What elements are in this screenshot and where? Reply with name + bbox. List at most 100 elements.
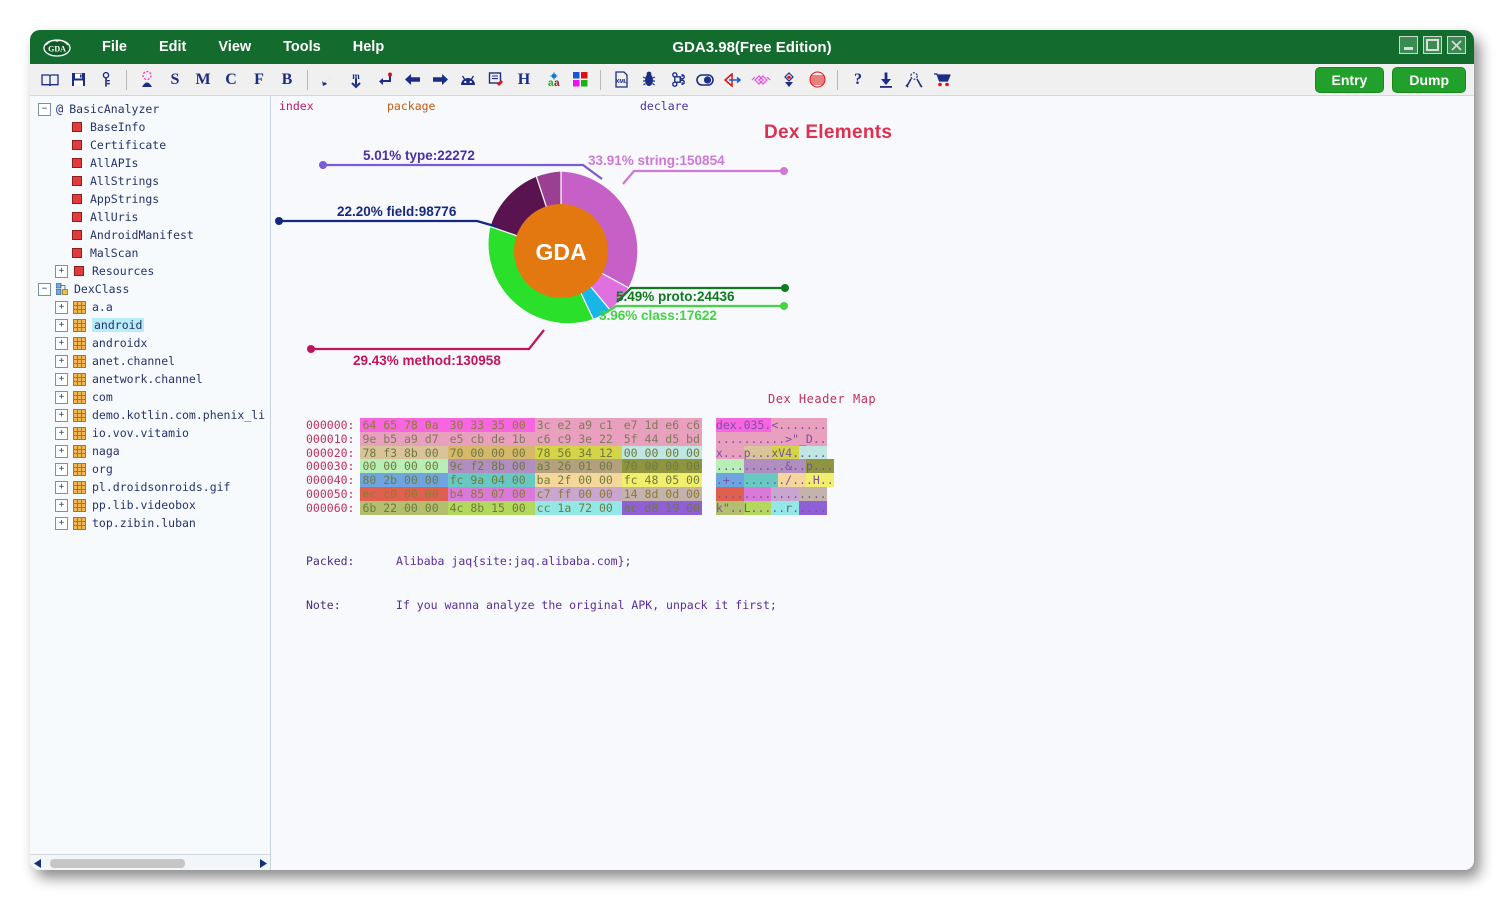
method-search-icon[interactable]: M [189,67,217,93]
hex-group[interactable]: 70 00 00 00 [621,459,702,474]
tree-node-basicanalyzer[interactable]: − @ BasicAnalyzer [30,100,270,118]
collapse-toggle-icon[interactable]: − [38,282,51,296]
forward-arrow-icon[interactable] [426,67,454,93]
hex-group[interactable]: e5 cb de 1b [447,431,535,446]
string-search-icon[interactable]: S [161,67,189,93]
xml-file-icon[interactable]: XML [607,67,635,93]
hex-row[interactable]: 000010: 9e b5 a9 d7 e5 cb de 1b c6 c9 3e … [306,431,834,446]
tree-item-package-io-vov-vitamio[interactable]: + io.vov.vitamio [30,424,270,442]
tree-item-package-anetwork-channel[interactable]: + anetwork.channel [30,370,270,388]
scroll-right-icon[interactable] [254,856,270,871]
expand-toggle-icon[interactable]: + [55,516,68,530]
bytecode-search-icon[interactable]: B [273,67,301,93]
hex-group[interactable]: c6 c9 3e 22 [534,431,622,446]
tree-node-dexclass[interactable]: − DexClass [30,280,270,298]
tree-item-allapis[interactable]: AllAPIs [30,154,270,172]
bug-icon[interactable] [635,67,663,93]
command-icon[interactable] [663,67,691,93]
hex-group[interactable]: 9e b5 a9 d7 [360,431,448,446]
signature-icon[interactable] [133,67,161,93]
expand-toggle-icon[interactable]: + [55,336,68,350]
expand-toggle-icon[interactable]: + [55,300,68,314]
tab-declare[interactable]: declare [632,96,760,116]
tree-item-package-a-a[interactable]: + a.a [30,298,270,316]
decompile-icon[interactable]: m [342,67,370,93]
tree-item-package-pl-droidsonroids-gif[interactable]: + pl.droidsonroids.gif [30,478,270,496]
scrollbar-thumb[interactable] [50,858,185,868]
enter-return-icon[interactable] [370,67,398,93]
tree-item-package-androidx[interactable]: + androidx [30,334,270,352]
switch-icon[interactable] [691,67,719,93]
close-icon[interactable] [1447,36,1466,54]
tree-item-package-naga[interactable]: + naga [30,442,270,460]
hex-group[interactable]: 4c 8b 15 00 [447,500,535,515]
hex-row[interactable]: 000030: 00 00 00 00 9c f2 8b 00 a3 26 01 … [306,459,834,474]
hex-group[interactable]: a3 26 01 00 [534,459,622,474]
expand-toggle-icon[interactable]: + [55,354,68,368]
xref-icon[interactable] [719,67,747,93]
tree-item-package-demo-kotlin[interactable]: + demo.kotlin.com.phenix_li [30,406,270,424]
hex-group[interactable]: ba 2f 00 00 [534,473,622,488]
hex-group[interactable]: c7 ff 00 00 [534,486,622,501]
back-arrow-icon[interactable] [398,67,426,93]
class-search-icon[interactable]: C [217,67,245,93]
hex-group[interactable]: 14 8d 0d 00 [621,486,702,501]
expand-toggle-icon[interactable]: + [55,426,68,440]
dump-button[interactable]: Dump [1392,67,1466,93]
android-icon[interactable] [454,67,482,93]
help-icon[interactable]: ? [844,67,872,93]
diff-icon[interactable] [747,67,775,93]
hex-row[interactable]: 000020: 78 f3 8b 00 70 00 00 00 78 56 34 … [306,445,834,460]
hex-row[interactable]: 000060: 6b 22 00 00 4c 8b 15 00 cc 1a 72 … [306,500,834,515]
hex-group[interactable]: 3c e2 a9 c1 [534,417,622,432]
network-icon[interactable] [900,67,928,93]
color-grid-icon[interactable] [566,67,594,93]
tree-item-certificate[interactable]: Certificate [30,136,270,154]
hex-group[interactable]: 80 2b 00 00 [360,473,448,488]
menu-view[interactable]: View [202,36,267,58]
tree-item-package-android[interactable]: + android [30,316,270,334]
hex-group[interactable]: 9c f2 8b 00 [447,459,535,474]
hex-group[interactable]: fc 48 05 00 [621,473,702,488]
entry-button[interactable]: Entry [1314,67,1385,93]
sidebar-horizontal-scrollbar[interactable] [30,854,270,870]
hex-group[interactable]: ac d8 19 00 [621,500,702,515]
hex-group[interactable]: 30 33 35 00 [447,417,535,432]
tab-package[interactable]: package [379,96,632,116]
tree-item-package-com[interactable]: + com [30,388,270,406]
tree-item-resources[interactable]: + Resources [30,262,270,280]
hex-group[interactable]: 78 56 34 12 [534,445,622,460]
hex-icon[interactable]: H [510,67,538,93]
cursor-icon[interactable] [314,67,342,93]
tab-index[interactable]: index [271,96,379,116]
hex-group[interactable]: 78 f3 8b 00 [360,445,448,460]
tree-item-package-pp-lib-videobox[interactable]: + pp.lib.videobox [30,496,270,514]
note-icon[interactable] [482,67,510,93]
tree-item-package-anet-channel[interactable]: + anet.channel [30,352,270,370]
expand-toggle-icon[interactable]: + [55,498,68,512]
expand-toggle-icon[interactable]: + [55,408,68,422]
download-arrow-icon[interactable] [775,67,803,93]
save-icon[interactable] [64,67,92,93]
hex-group[interactable]: 00 00 00 00 [621,445,702,460]
hex-group[interactable]: b4 85 07 00 [447,486,535,501]
expand-toggle-icon[interactable]: + [55,390,68,404]
menu-edit[interactable]: Edit [143,36,202,58]
menu-tools[interactable]: Tools [267,36,337,58]
hex-dump[interactable]: 000000: 64 65 78 0a 30 33 35 00 3c e2 a9 … [306,417,834,515]
collapse-toggle-icon[interactable]: − [38,102,51,116]
menu-help[interactable]: Help [337,36,400,58]
expand-toggle-icon[interactable]: + [55,264,68,278]
tree-item-package-top-zibin-luban[interactable]: + top.zibin.luban [30,514,270,532]
hex-group[interactable]: cc 1a 72 00 [534,500,622,515]
hex-row[interactable]: 000040: 80 2b 00 00 fc 9a 04 00 ba 2f 00 … [306,473,834,488]
expand-toggle-icon[interactable]: + [55,462,68,476]
project-tree-sidebar[interactable]: − @ BasicAnalyzer BaseInfo Certificate A… [30,96,271,870]
menu-file[interactable]: File [86,36,143,58]
tree-item-malscan[interactable]: MalScan [30,244,270,262]
scrollbar-track[interactable] [46,856,254,871]
hex-group[interactable]: 5f 44 d5 bd [621,431,702,446]
hex-row[interactable]: 000000: 64 65 78 0a 30 33 35 00 3c e2 a9 … [306,417,834,432]
field-search-icon[interactable]: F [245,67,273,93]
tree-item-baseinfo[interactable]: BaseInfo [30,118,270,136]
